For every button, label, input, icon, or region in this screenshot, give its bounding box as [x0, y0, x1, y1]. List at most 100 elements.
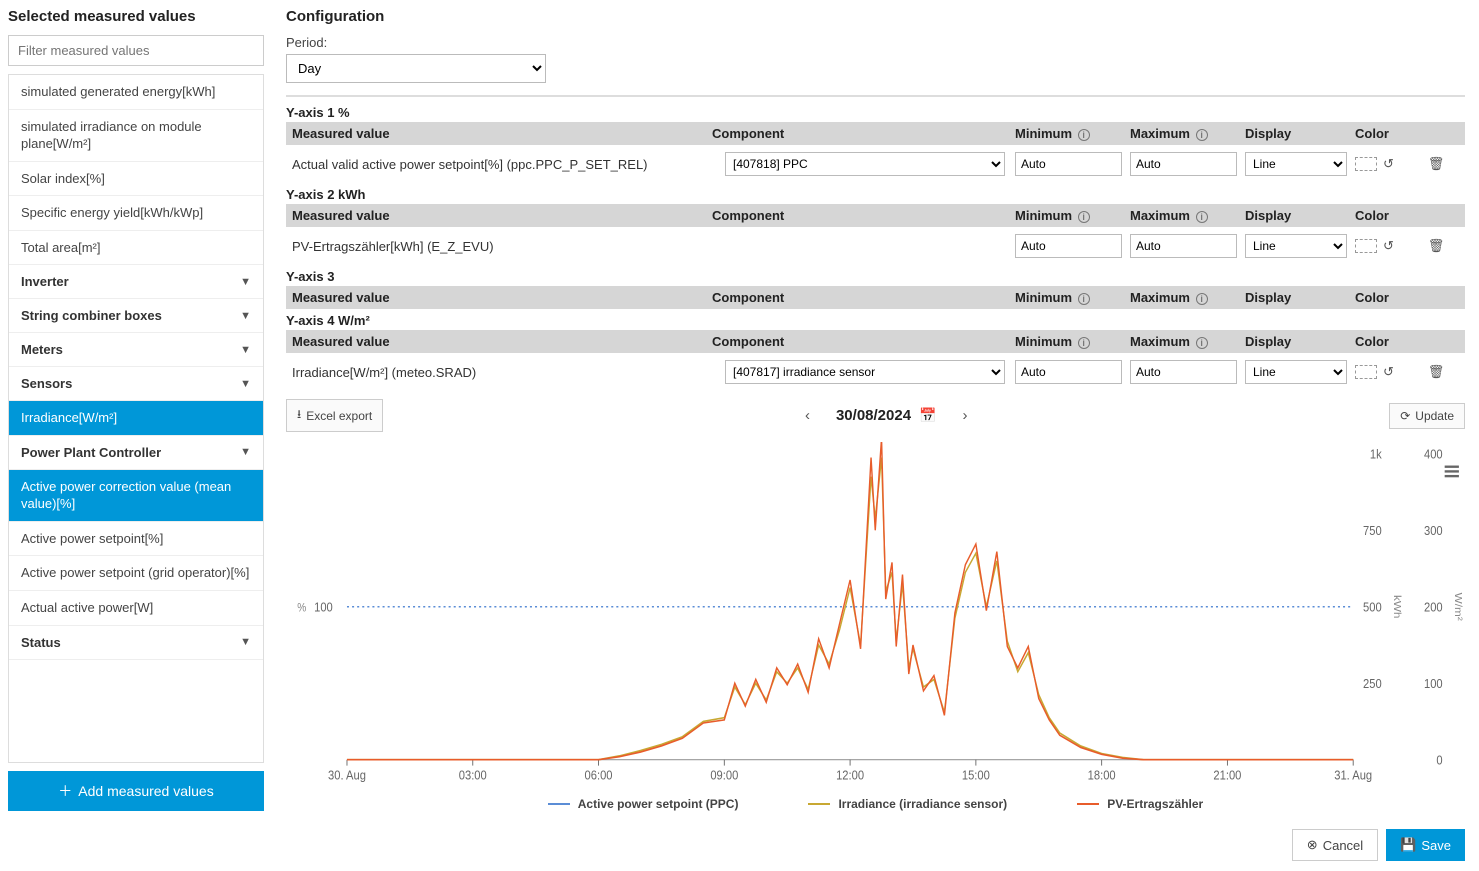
series-irradiance [347, 458, 1353, 760]
tree-item[interactable]: Irradiance[W/m²] [9, 401, 263, 436]
chevron-down-icon: ▼ [240, 636, 251, 648]
svg-text:15:00: 15:00 [962, 768, 990, 783]
reset-color-icon[interactable]: ↺ [1383, 238, 1394, 254]
refresh-icon: ⟳ [1400, 409, 1410, 423]
svg-text:0: 0 [1436, 753, 1442, 768]
download-icon: ⭳ [297, 405, 301, 426]
axis-header-row: Measured valueComponentMinimum iMaximum … [286, 122, 1465, 145]
tree-group[interactable]: Power Plant Controller▼ [9, 436, 263, 470]
info-icon[interactable]: i [1196, 211, 1208, 223]
main-panel: Configuration Period: Day Y-axis 1 %Meas… [272, 0, 1479, 819]
tree-item[interactable]: Actual active power[W] [9, 591, 263, 626]
tree-item[interactable]: simulated generated energy[kWh] [9, 75, 263, 110]
date-display: 30/08/2024 [836, 407, 911, 424]
svg-text:03:00: 03:00 [459, 768, 487, 783]
chevron-down-icon: ▼ [240, 276, 251, 288]
display-select[interactable]: Line [1245, 152, 1347, 176]
tree-item[interactable]: Total area[m²] [9, 231, 263, 266]
svg-text:%: % [297, 602, 306, 615]
reset-color-icon[interactable]: ↺ [1383, 156, 1394, 172]
delete-row-button[interactable]: 🗑 [1421, 234, 1451, 258]
color-swatch[interactable] [1355, 239, 1377, 253]
svg-text:1k: 1k [1370, 447, 1383, 462]
max-input[interactable] [1130, 360, 1237, 384]
footer: ⊗ Cancel 💾 Save [0, 819, 1479, 871]
tree-item[interactable]: Specific energy yield[kWh/kWp] [9, 196, 263, 231]
svg-text:500: 500 [1363, 600, 1382, 615]
svg-text:09:00: 09:00 [710, 768, 738, 783]
save-button[interactable]: 💾 Save [1386, 829, 1465, 861]
sidebar: Selected measured values simulated gener… [0, 0, 272, 819]
svg-text:250: 250 [1363, 676, 1382, 691]
update-label: Update [1415, 409, 1454, 423]
axis-title: Y-axis 3 [286, 269, 1465, 284]
component-select[interactable]: [407818] PPC [725, 152, 1005, 176]
measured-value-label: Actual valid active power setpoint[%] (p… [286, 153, 706, 176]
add-measured-values-button[interactable]: ＋ Add measured values [8, 771, 264, 811]
legend-setpoint[interactable]: Active power setpoint (PPC) [548, 797, 739, 811]
plus-icon: ＋ [58, 781, 72, 801]
date-next-button[interactable]: › [954, 403, 975, 428]
axis-title: Y-axis 1 % [286, 105, 1465, 120]
period-select[interactable]: Day [286, 54, 546, 83]
tree-item[interactable]: Active power setpoint (grid operator)[%] [9, 556, 263, 591]
chart-area: 30. Aug03:0006:0009:0012:0015:0018:0021:… [286, 442, 1465, 795]
info-icon[interactable]: i [1078, 211, 1090, 223]
svg-text:kWh: kWh [1391, 595, 1402, 619]
tree-item[interactable]: simulated irradiance on module plane[W/m… [9, 110, 263, 162]
cancel-button[interactable]: ⊗ Cancel [1292, 829, 1378, 861]
calendar-icon[interactable]: 📅 [919, 407, 936, 424]
excel-export-button[interactable]: ⭳ Excel export [286, 399, 383, 432]
chart-menu-icon[interactable] [1445, 466, 1459, 478]
tree-group[interactable]: Sensors▼ [9, 367, 263, 401]
reset-color-icon[interactable]: ↺ [1383, 364, 1394, 380]
svg-text:18:00: 18:00 [1088, 768, 1116, 783]
delete-row-button[interactable]: 🗑 [1421, 152, 1451, 176]
color-swatch[interactable] [1355, 365, 1377, 379]
tree-group[interactable]: Meters▼ [9, 333, 263, 367]
axis-config-row: Irradiance[W/m²] (meteo.SRAD)[407817] ir… [286, 353, 1465, 391]
svg-text:400: 400 [1424, 447, 1443, 462]
info-icon[interactable]: i [1078, 293, 1090, 305]
tree-group[interactable]: Inverter▼ [9, 265, 263, 299]
svg-text:12:00: 12:00 [836, 768, 864, 783]
color-swatch[interactable] [1355, 157, 1377, 171]
delete-row-button[interactable]: 🗑 [1421, 360, 1451, 384]
tree-group[interactable]: Status▼ [9, 626, 263, 660]
chart-legend: Active power setpoint (PPC) Irradiance (… [286, 797, 1465, 811]
info-icon[interactable]: i [1196, 337, 1208, 349]
axis-header-row: Measured valueComponentMinimum iMaximum … [286, 204, 1465, 227]
display-select[interactable]: Line [1245, 234, 1347, 258]
svg-text:100: 100 [1424, 676, 1443, 691]
min-input[interactable] [1015, 152, 1122, 176]
config-title: Configuration [286, 8, 1465, 25]
sidebar-title: Selected measured values [8, 8, 264, 25]
display-select[interactable]: Line [1245, 360, 1347, 384]
tree-item[interactable]: Solar index[%] [9, 162, 263, 197]
min-input[interactable] [1015, 360, 1122, 384]
chevron-down-icon: ▼ [240, 378, 251, 390]
tree-item[interactable]: Active power setpoint[%] [9, 522, 263, 557]
info-icon[interactable]: i [1078, 129, 1090, 141]
info-icon[interactable]: i [1196, 129, 1208, 141]
date-prev-button[interactable]: ‹ [797, 403, 818, 428]
measured-values-tree[interactable]: simulated generated energy[kWh]simulated… [8, 74, 264, 763]
tree-group[interactable]: String combiner boxes▼ [9, 299, 263, 333]
info-icon[interactable]: i [1196, 293, 1208, 305]
legend-irradiance[interactable]: Irradiance (irradiance sensor) [808, 797, 1007, 811]
save-icon: 💾 [1400, 837, 1416, 853]
chevron-down-icon: ▼ [240, 310, 251, 322]
axis-config-row: Actual valid active power setpoint[%] (p… [286, 145, 1465, 183]
axis-header-row: Measured valueComponentMinimum iMaximum … [286, 330, 1465, 353]
svg-text:06:00: 06:00 [585, 768, 613, 783]
legend-pv[interactable]: PV-Ertragszähler [1077, 797, 1203, 811]
min-input[interactable] [1015, 234, 1122, 258]
max-input[interactable] [1130, 234, 1237, 258]
info-icon[interactable]: i [1078, 337, 1090, 349]
update-button[interactable]: ⟳ Update [1389, 403, 1465, 429]
component-select[interactable]: [407817] irradiance sensor [725, 360, 1005, 384]
filter-input[interactable] [8, 35, 264, 66]
axis-title: Y-axis 2 kWh [286, 187, 1465, 202]
max-input[interactable] [1130, 152, 1237, 176]
tree-item[interactable]: Active power correction value (mean valu… [9, 470, 263, 522]
